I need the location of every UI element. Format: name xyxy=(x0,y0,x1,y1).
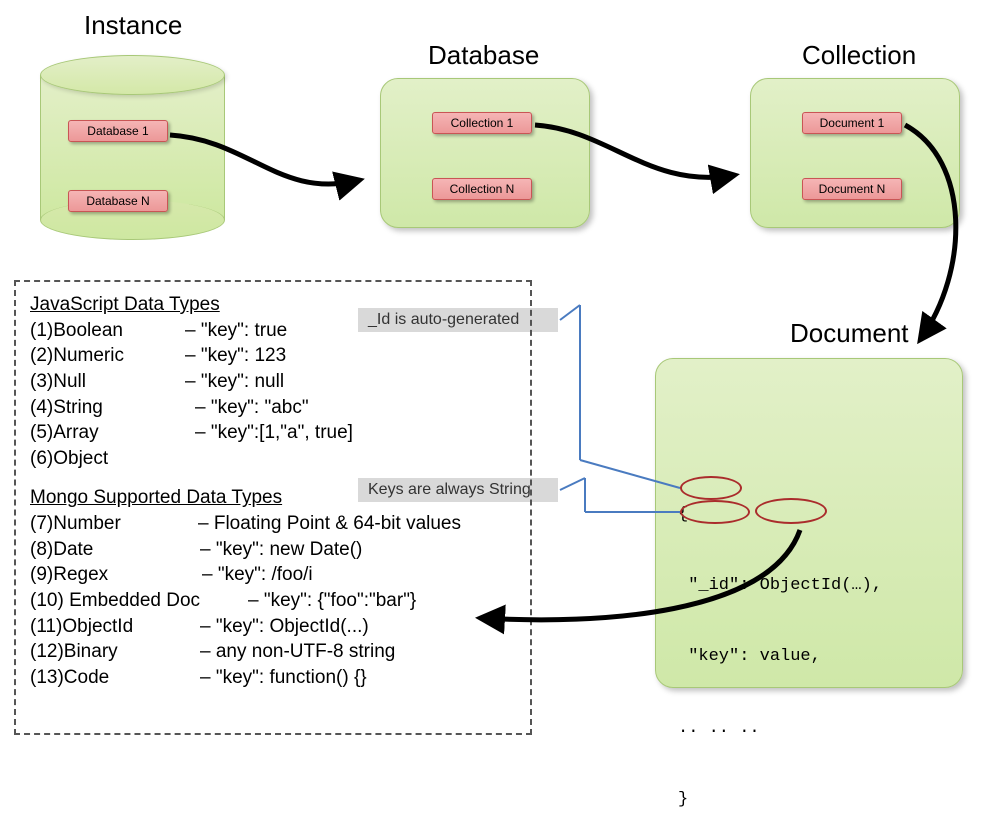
data-types-box: JavaScript Data Types (1)Boolean– "key":… xyxy=(14,280,532,735)
t9: (9)Regex xyxy=(30,562,202,588)
doc-line-5: } xyxy=(678,788,882,812)
t11: (11)ObjectId xyxy=(30,614,200,640)
t3: (3)Null xyxy=(30,369,185,395)
doc-line-4: .. .. .. xyxy=(678,717,882,741)
t11v: – "key": ObjectId(...) xyxy=(200,616,369,637)
database-1-chip: Database 1 xyxy=(68,120,168,142)
instance-cylinder xyxy=(40,55,225,240)
t13: (13)Code xyxy=(30,665,200,691)
doc-line-3: "key": value, xyxy=(678,645,882,669)
t12v: – any non-UTF-8 string xyxy=(200,641,395,662)
pointer-key-1 xyxy=(560,478,585,490)
document-title: Document xyxy=(790,318,909,349)
collection-box xyxy=(750,78,960,228)
t7v: – Floating Point & 64-bit values xyxy=(198,513,461,534)
t13v: – "key": function() {} xyxy=(200,667,367,688)
mongo-types-header: Mongo Supported Data Types xyxy=(30,485,516,511)
t9v: – "key": /foo/i xyxy=(202,564,313,585)
t2: (2)Numeric xyxy=(30,343,185,369)
document-n-chip: Document N xyxy=(802,178,902,200)
database-n-chip: Database N xyxy=(68,190,168,212)
t3v: – "key": null xyxy=(185,371,284,392)
document-1-chip: Document 1 xyxy=(802,112,902,134)
t8v: – "key": new Date() xyxy=(200,539,362,560)
t12: (12)Binary xyxy=(30,639,200,665)
t4: (4)String xyxy=(30,395,195,421)
t5: (5)Array xyxy=(30,420,195,446)
value-circle xyxy=(755,498,827,524)
t5v: – "key":[1,"a", true] xyxy=(195,422,353,443)
doc-line-2: "_id": ObjectId(…), xyxy=(678,574,882,598)
collection-title: Collection xyxy=(802,40,916,71)
instance-title: Instance xyxy=(84,10,182,41)
t6: (6)Object xyxy=(30,446,516,472)
t1v: – "key": true xyxy=(185,320,287,341)
t7: (7)Number xyxy=(30,511,198,537)
database-box xyxy=(380,78,590,228)
key-circle xyxy=(680,500,750,524)
collection-1-chip: Collection 1 xyxy=(432,112,532,134)
collection-n-chip: Collection N xyxy=(432,178,532,200)
js-types-header: JavaScript Data Types xyxy=(30,292,516,318)
t8: (8)Date xyxy=(30,537,200,563)
t10v: – "key": {"foo":"bar"} xyxy=(248,590,416,611)
id-circle xyxy=(680,476,742,500)
t2v: – "key": 123 xyxy=(185,345,286,366)
database-title: Database xyxy=(428,40,539,71)
data-types-content: JavaScript Data Types (1)Boolean– "key":… xyxy=(30,292,516,691)
t4v: – "key": "abc" xyxy=(195,397,309,418)
t1: (1)Boolean xyxy=(30,318,185,344)
pointer-id-1 xyxy=(560,305,580,320)
t10: (10) Embedded Doc xyxy=(30,588,248,614)
